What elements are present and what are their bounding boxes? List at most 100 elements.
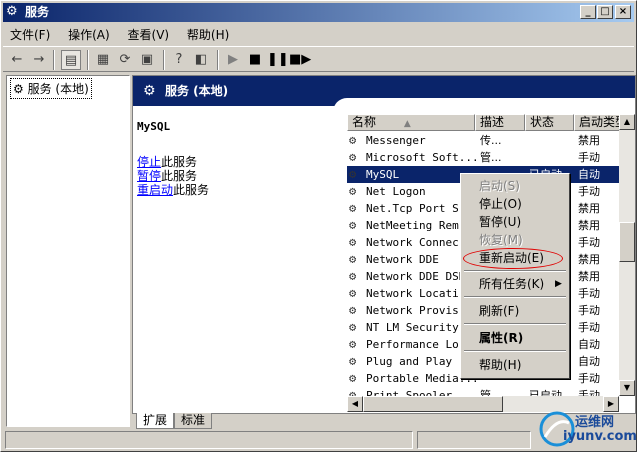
row-description: 管...	[480, 151, 502, 164]
export-list-icon[interactable]: ▣	[137, 50, 157, 70]
pause-service-link[interactable]: 暂停	[137, 169, 161, 183]
services-gear-icon: ⚙	[143, 83, 156, 99]
service-gear-icon: ⚙	[349, 337, 357, 351]
menu-action[interactable]: 操作(A)	[61, 24, 117, 45]
console-icon[interactable]: ◧	[191, 50, 211, 70]
row-startup-type: 手动	[578, 304, 600, 317]
start-service-icon[interactable]: ▶	[223, 50, 243, 70]
help-icon[interactable]: ?	[169, 50, 189, 70]
scroll-up-icon[interactable]: ▲	[619, 114, 635, 130]
panel-title: 服务 (本地)	[165, 84, 229, 98]
service-gear-icon: ⚙	[349, 286, 357, 300]
toolbar-separator	[53, 50, 55, 70]
context-menu: 启动(S) 停止(O) 暂停(U) 恢复(M) 重新启动(E) 所有任务(K) ▶…	[460, 173, 570, 379]
tree-item-services-local[interactable]: ⚙ 服务 (本地)	[10, 78, 92, 99]
title-bar[interactable]: ⚙ 服务 _ □ ×	[3, 3, 634, 22]
column-name-label: 名称	[352, 115, 377, 129]
maximize-button[interactable]: □	[597, 5, 613, 19]
services-gear-icon: ⚙	[6, 4, 18, 19]
row-startup-type: 自动	[578, 355, 600, 368]
service-gear-icon: ⚙	[349, 167, 357, 181]
menu-item-pause[interactable]: 暂停(U)	[463, 213, 567, 231]
menu-item-refresh[interactable]: 刷新(F)	[463, 302, 567, 320]
hscroll-thumb[interactable]	[363, 396, 503, 412]
watermark-url: iyunv.com	[563, 429, 637, 444]
scroll-thumb[interactable]	[619, 222, 635, 262]
row-startup-type: 手动	[578, 236, 600, 249]
stop-action-text: 此服务	[161, 155, 198, 169]
row-startup-type: 手动	[578, 287, 600, 300]
row-startup-type: 禁用	[578, 134, 600, 147]
tab-standard[interactable]: 标准	[174, 413, 213, 429]
scroll-down-icon[interactable]: ▼	[619, 380, 635, 396]
services-gear-icon: ⚙	[13, 82, 24, 96]
close-button[interactable]: ×	[615, 5, 631, 19]
row-startup-type: 禁用	[578, 219, 600, 232]
restart-service-link[interactable]: 重启动	[137, 183, 173, 197]
menu-file[interactable]: 文件(F)	[3, 24, 57, 45]
column-header-status[interactable]: 状态	[525, 114, 574, 131]
highlight-circle	[463, 248, 563, 269]
stop-service-icon[interactable]: ■	[245, 50, 265, 70]
refresh-icon[interactable]: ⟳	[115, 50, 135, 70]
menu-item-help[interactable]: 帮助(H)	[463, 356, 567, 374]
menu-help[interactable]: 帮助(H)	[180, 24, 236, 45]
row-name: Microsoft Soft...	[366, 151, 478, 164]
service-gear-icon: ⚙	[349, 150, 357, 164]
row-startup-type: 禁用	[578, 270, 600, 283]
menu-item-start[interactable]: 启动(S)	[463, 177, 567, 195]
service-gear-icon: ⚙	[349, 354, 357, 368]
properties-icon[interactable]: ▦	[93, 50, 113, 70]
submenu-arrow-icon: ▶	[555, 279, 562, 289]
restart-service-icon[interactable]: ■▶	[289, 50, 311, 70]
menu-separator	[464, 323, 566, 325]
restart-action-text: 此服务	[173, 183, 210, 197]
toolbar-separator	[87, 50, 89, 70]
window-title: 服务	[25, 5, 50, 19]
scroll-left-icon[interactable]: ◀	[347, 396, 363, 412]
row-startup-type: 禁用	[578, 253, 600, 266]
console-tree: ⚙ 服务 (本地)	[6, 75, 130, 427]
toolbar-separator	[217, 50, 219, 70]
minimize-button[interactable]: _	[580, 5, 596, 19]
stop-service-link[interactable]: 停止	[137, 155, 161, 169]
service-detail-pane: MySQL 停止此服务 暂停此服务 重启动此服务	[137, 120, 337, 197]
menu-item-stop[interactable]: 停止(O)	[463, 195, 567, 213]
vertical-scrollbar[interactable]: ▲ ▼	[619, 114, 635, 396]
services-window: ⚙ 服务 _ □ × 文件(F) 操作(A) 查看(V) 帮助(H) ← → ▤…	[0, 0, 637, 452]
service-gear-icon: ⚙	[349, 252, 357, 266]
row-startup-type: 手动	[578, 151, 600, 164]
toolbar: ← → ▤ ▦ ⟳ ▣ ? ◧ ▶ ■ ❚❚ ■▶	[3, 46, 634, 72]
menu-bar: 文件(F) 操作(A) 查看(V) 帮助(H)	[3, 24, 634, 44]
back-arrow-icon[interactable]: ←	[7, 50, 27, 70]
row-startup-type: 手动	[578, 372, 600, 385]
menu-item-properties[interactable]: 属性(R)	[463, 329, 567, 347]
row-name: Messenger	[366, 134, 426, 147]
service-gear-icon: ⚙	[349, 133, 357, 147]
service-gear-icon: ⚙	[349, 184, 357, 198]
table-row[interactable]: ⚙ Messenger 传... 禁用	[347, 132, 635, 149]
tab-extended[interactable]: 扩展	[136, 413, 175, 429]
pause-action-text: 此服务	[161, 169, 198, 183]
row-startup-type: 手动	[578, 185, 600, 198]
service-gear-icon: ⚙	[349, 235, 357, 249]
header-curve	[333, 98, 635, 114]
menu-item-all-tasks[interactable]: 所有任务(K) ▶	[463, 275, 567, 293]
toolbar-separator	[163, 50, 165, 70]
row-startup-type: 自动	[578, 338, 600, 351]
menu-view[interactable]: 查看(V)	[121, 24, 177, 45]
column-header-name[interactable]: 名称 ▲	[347, 114, 475, 131]
menu-separator	[464, 296, 566, 298]
forward-arrow-icon[interactable]: →	[29, 50, 49, 70]
stop-action: 停止此服务	[137, 155, 337, 169]
column-header-description[interactable]: 描述	[475, 114, 525, 131]
service-gear-icon: ⚙	[349, 320, 357, 334]
watermark: 运维网 iyunv.com	[533, 409, 637, 449]
pause-service-icon[interactable]: ❚❚	[267, 50, 289, 70]
show-tree-icon[interactable]: ▤	[61, 50, 81, 70]
pause-action: 暂停此服务	[137, 169, 337, 183]
menu-item-resume[interactable]: 恢复(M)	[463, 231, 567, 249]
status-pane	[417, 431, 531, 449]
service-gear-icon: ⚙	[349, 201, 357, 215]
table-row[interactable]: ⚙ Microsoft Soft... 管... 手动	[347, 149, 635, 166]
